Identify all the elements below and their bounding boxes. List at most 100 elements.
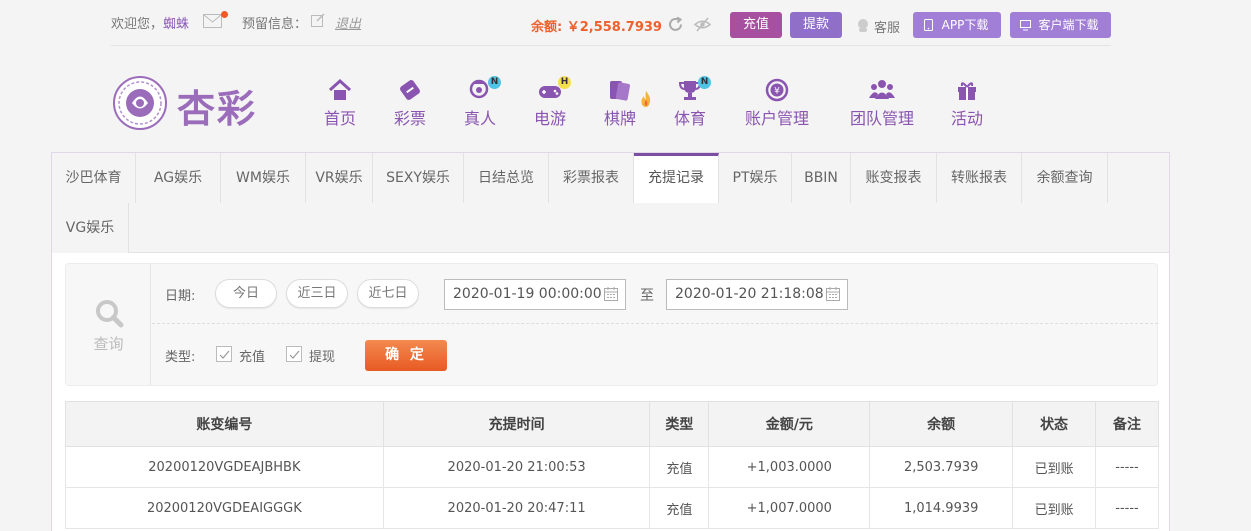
top-bar: 欢迎您，蜘蛛 预留信息： 退出 余额: ￥2,558.7939 充值 提款 客服… [111,0,1111,46]
calendar-icon[interactable] [604,287,618,301]
tab-3[interactable]: WM娱乐 [221,153,306,203]
table-cell: 已到账 [1012,446,1097,488]
nav-item-7[interactable]: ¥ 账户管理 [743,78,811,128]
mail-icon[interactable] [203,14,222,28]
tab-4[interactable]: VR娱乐 [306,153,373,203]
table-row[interactable]: 20200120VGDEAJBHBK 2020-01-20 21:00:53 充值 +… [65,446,1159,488]
lottery-icon [397,78,423,102]
table-cell: +1,003.0000 [708,446,871,488]
reserve-info-label: 预留信息： [242,17,308,32]
cards-icon [607,78,633,102]
nav-item-label: 电游 [533,109,566,128]
recharge-checkbox-label: 充值 [239,350,266,365]
nav-item-9[interactable]: 活动 [950,78,984,128]
nav-item-2[interactable]: 彩票 [393,78,427,128]
tab-6[interactable]: 日结总览 [464,153,549,203]
report-tabs: 沙巴体育 AG娱乐 WM娱乐 VR娱乐 SEXY娱乐 日结总览 彩票报表 充提记录 PT娱乐 BB… [52,153,1169,253]
app-download-button[interactable]: APP下载 [913,12,1001,38]
logo-text: 杏彩 [177,86,258,131]
nav-badge: N [698,76,711,89]
to-label: 至 [640,288,654,304]
start-date-input[interactable]: 2020-01-19 00:00:00 [444,279,626,310]
recharge-button[interactable]: 充值 [730,12,782,38]
nav-item-label: 账户管理 [744,109,809,128]
table-cell: +1,007.0000 [708,487,871,529]
nav-item-label: 棋牌 [603,109,636,128]
phone-icon [924,19,933,31]
last-three-days-button[interactable]: 近三日 [286,279,348,308]
column-header: 类型 [649,401,710,447]
table-cell: 20200120VGDEAJBHBK [65,446,384,488]
main-panel: 沙巴体育 AG娱乐 WM娱乐 VR娱乐 SEXY娱乐 日结总览 彩票报表 充提记录 PT娱乐 BB… [51,152,1170,531]
end-date-input[interactable]: 2020-01-20 21:18:08 [666,279,848,310]
tab-11[interactable]: 账变报表 [851,153,937,203]
column-header: 金额/元 [708,401,871,447]
table-cell: 充值 [649,446,710,488]
team-icon [869,78,895,102]
nav-item-label: 真人 [463,109,496,128]
nav-badge: N [488,76,501,89]
username: 蜘蛛 [163,17,190,32]
client-download-button[interactable]: 客户端下载 [1010,12,1111,38]
tab-9[interactable]: PT娱乐 [719,153,792,203]
monitor-icon [1020,20,1031,31]
search-icon [96,300,124,328]
nav-item-4[interactable]: H 电游 [533,76,571,128]
customer-service-link[interactable]: 客服 [874,17,900,36]
column-header: 状态 [1012,401,1097,447]
site-logo[interactable]: 杏彩 [111,72,266,134]
table-cell: ----- [1095,446,1159,488]
tab-1[interactable]: 沙巴体育 [52,153,136,203]
calendar-icon[interactable] [826,287,840,301]
notification-dot [221,11,228,18]
tab-14[interactable]: VG娱乐 [52,203,129,253]
refresh-icon[interactable] [667,16,684,33]
recharge-checkbox[interactable] [216,346,232,362]
tab-13[interactable]: 余额查询 [1022,153,1108,203]
last-seven-days-button[interactable]: 近七日 [357,279,419,308]
tab-2[interactable]: AG娱乐 [136,153,221,203]
tab-5[interactable]: SEXY娱乐 [373,153,464,203]
nav-badge: H [558,76,571,89]
nav-item-3[interactable]: N 真人 [463,76,501,128]
nav-item-8[interactable]: 团队管理 [848,78,916,128]
date-label: 日期: [165,289,196,304]
nav-item-label: 团队管理 [849,109,914,128]
tab-10[interactable]: BBIN [792,153,851,203]
table-row[interactable]: 20200120VGDEAIGGGK 2020-01-20 20:47:11 充值 +… [65,487,1159,529]
withdraw-checkbox[interactable] [286,346,302,362]
nav-item-1[interactable]: 首页 [323,78,357,128]
svg-text:¥: ¥ [774,87,780,97]
nav-item-label: 体育 [673,109,706,128]
table-cell: 20200120VGDEAIGGGK [65,487,384,529]
home-icon [327,78,353,102]
account-icon: ¥ [764,78,790,102]
query-header: 查询 [66,264,151,385]
confirm-button[interactable]: 确 定 [365,340,447,371]
customer-service-icon[interactable] [856,17,870,33]
table-cell: 2,503.7939 [869,446,1014,488]
edit-icon[interactable] [311,13,325,27]
gift-icon [954,78,980,102]
table-body: 20200120VGDEAJBHBK 2020-01-20 21:00:53 充值 +… [65,446,1159,529]
type-label: 类型: [165,350,196,365]
nav-item-5[interactable]: 棋牌 [603,78,651,128]
tab-8[interactable]: 充提记录 [634,153,719,203]
table-cell: 2020-01-20 20:47:11 [382,487,651,529]
withdraw-button[interactable]: 提款 [790,12,842,38]
nav-item-label: 首页 [323,109,356,128]
type-row: 类型: 充值 提现 确 定 [152,325,1158,385]
tab-12[interactable]: 转账报表 [937,153,1022,203]
today-button[interactable]: 今日 [215,279,277,308]
check-icon [289,350,300,359]
table-cell: 2020-01-20 21:00:53 [382,446,651,488]
tab-7[interactable]: 彩票报表 [549,153,634,203]
table-header-row: 账变编号 充提时间 类型 金额/元 余额 状态 备注 [65,401,1159,447]
records-table: 账变编号 充提时间 类型 金额/元 余额 状态 备注 20200120VGDEAJBHBK 2… [65,401,1159,529]
nav-item-6[interactable]: N 体育 [673,76,711,128]
logout-link[interactable]: 退出 [335,13,361,32]
eye-hide-icon[interactable] [694,16,711,33]
column-header: 余额 [869,401,1014,447]
table-cell: 已到账 [1012,487,1097,529]
nav-item-label: 彩票 [393,109,426,128]
